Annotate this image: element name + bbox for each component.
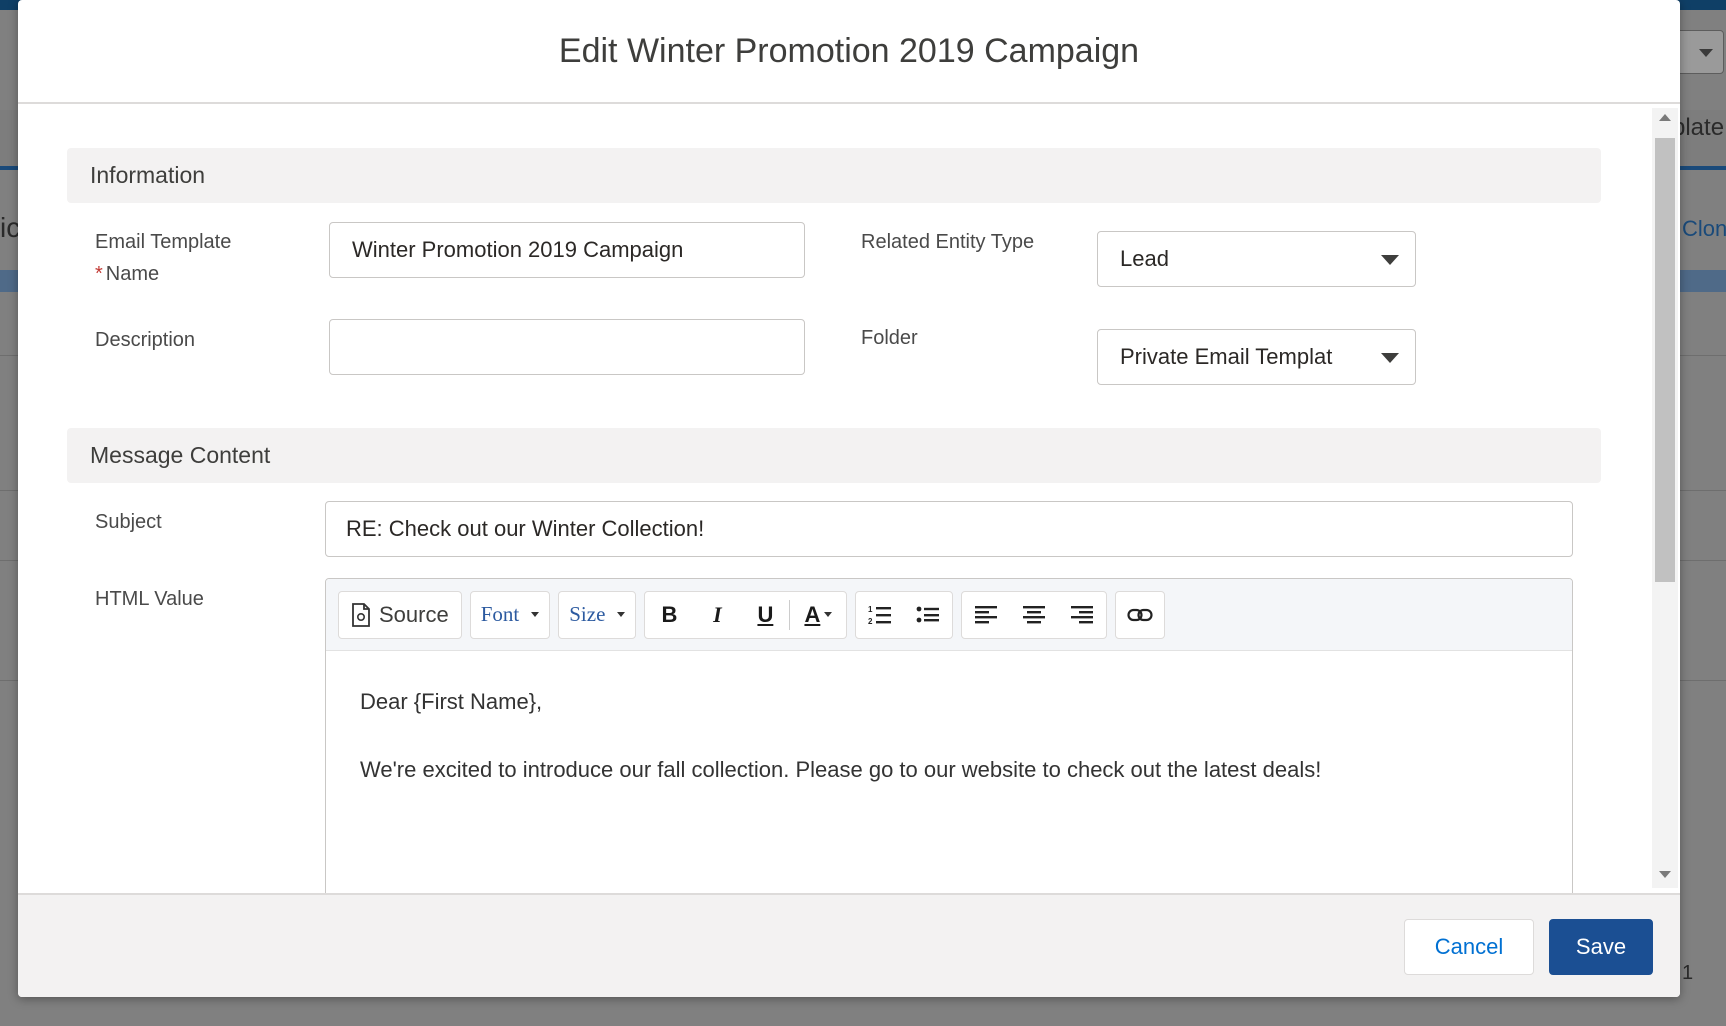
font-label: Font	[480, 602, 520, 626]
align-right-button[interactable]	[1058, 592, 1106, 638]
section-title: Message Content	[90, 442, 271, 468]
link-icon	[1127, 608, 1153, 621]
toolbar-group-format: B I U A	[644, 590, 848, 639]
background-text: 1	[1682, 962, 1694, 984]
caret-down-icon	[531, 612, 540, 617]
bulleted-list-icon	[916, 606, 940, 622]
bold-icon: B	[661, 601, 678, 627]
related-entity-type-select[interactable]: Lead	[1097, 231, 1416, 287]
align-center-button[interactable]	[1010, 592, 1058, 638]
folder-select[interactable]: Private Email Templat	[1097, 329, 1416, 385]
source-icon	[352, 602, 370, 627]
scrollbar-thumb[interactable]	[1655, 138, 1675, 582]
insert-link-button[interactable]	[1116, 592, 1164, 638]
source-label: Source	[379, 601, 449, 627]
bold-button[interactable]: B	[645, 592, 693, 638]
toolbar-group-lists: 1 2	[855, 590, 954, 639]
toolbar-group-size: Size	[558, 590, 637, 639]
size-dropdown[interactable]: Size	[559, 592, 635, 638]
italic-button[interactable]: I	[693, 592, 741, 638]
editor-toolbar: Source Font Size B I U A 1 2	[326, 579, 1572, 651]
align-right-icon	[1071, 605, 1094, 623]
svg-text:1: 1	[868, 605, 873, 614]
toolbar-group-font: Font	[469, 590, 551, 639]
chevron-down-icon	[1381, 255, 1399, 265]
align-left-button[interactable]	[962, 592, 1010, 638]
section-header-information[interactable]: Information	[67, 148, 1601, 203]
related-entity-type-label: Related Entity Type	[861, 231, 1035, 253]
toolbar-group-link	[1115, 590, 1166, 639]
selected-value: Lead	[1120, 246, 1169, 271]
underline-icon: U	[757, 601, 774, 627]
editor-content-area[interactable]: Dear {First Name}, We're excited to intr…	[326, 651, 1572, 855]
chevron-down-icon	[1381, 353, 1399, 363]
html-value-label: HTML Value	[95, 588, 204, 610]
email-template-name-input[interactable]: Winter Promotion 2019 Campaign	[329, 222, 805, 278]
modal-footer: Cancel Save	[18, 893, 1680, 997]
description-label: Description	[95, 329, 196, 351]
modal-title: Edit Winter Promotion 2019 Campaign	[558, 31, 1140, 70]
toolbar-group-align	[961, 590, 1108, 639]
required-marker: *	[95, 263, 103, 285]
description-input[interactable]	[329, 319, 805, 375]
scroll-up-arrow-icon[interactable]	[1659, 114, 1671, 121]
underline-button[interactable]: U	[741, 592, 789, 638]
edit-template-modal: Edit Winter Promotion 2019 Campaign Info…	[18, 0, 1680, 997]
caret-down-icon	[824, 612, 833, 617]
italic-icon: I	[713, 601, 722, 627]
editor-paragraph: Dear {First Name},	[360, 689, 543, 714]
email-template-name-label: Email Template * Name	[95, 226, 231, 290]
label-line: * Name	[95, 258, 231, 290]
text-color-button[interactable]: A	[790, 592, 846, 638]
svg-text:2: 2	[868, 617, 873, 626]
scroll-down-arrow-icon[interactable]	[1659, 871, 1671, 878]
html-editor: Source Font Size B I U A 1 2 Dear {First…	[325, 578, 1573, 893]
modal-body: Information Email Template * Name Winter …	[18, 104, 1680, 893]
section-title: Information	[90, 162, 206, 188]
numbered-list-icon: 1 2	[868, 605, 892, 626]
modal-scrollbar[interactable]	[1652, 108, 1678, 888]
toolbar-group-source: Source	[338, 590, 462, 639]
background-clone-link: Clon	[1682, 216, 1726, 241]
subject-label: Subject	[95, 511, 162, 533]
subject-input[interactable]: RE: Check out our Winter Collection!	[325, 501, 1573, 557]
folder-label: Folder	[861, 327, 918, 349]
section-header-message-content[interactable]: Message Content	[67, 428, 1601, 483]
modal-header: Edit Winter Promotion 2019 Campaign	[18, 0, 1680, 104]
align-left-icon	[975, 605, 998, 623]
numbered-list-button[interactable]: 1 2	[856, 592, 904, 638]
editor-paragraph: We're excited to introduce our fall coll…	[360, 757, 1322, 782]
bulleted-list-button[interactable]	[904, 592, 952, 638]
selected-value: Private Email Templat	[1120, 344, 1333, 369]
align-center-icon	[1023, 605, 1046, 623]
caret-down-icon	[617, 612, 626, 617]
size-label: Size	[569, 602, 606, 626]
label-text: Name	[105, 263, 160, 285]
save-button[interactable]: Save	[1549, 919, 1653, 975]
font-dropdown[interactable]: Font	[471, 592, 550, 638]
source-button[interactable]: Source	[339, 592, 461, 638]
cancel-button[interactable]: Cancel	[1404, 919, 1534, 975]
label-line: Email Template	[95, 231, 232, 253]
text-color-icon: A	[804, 601, 821, 627]
